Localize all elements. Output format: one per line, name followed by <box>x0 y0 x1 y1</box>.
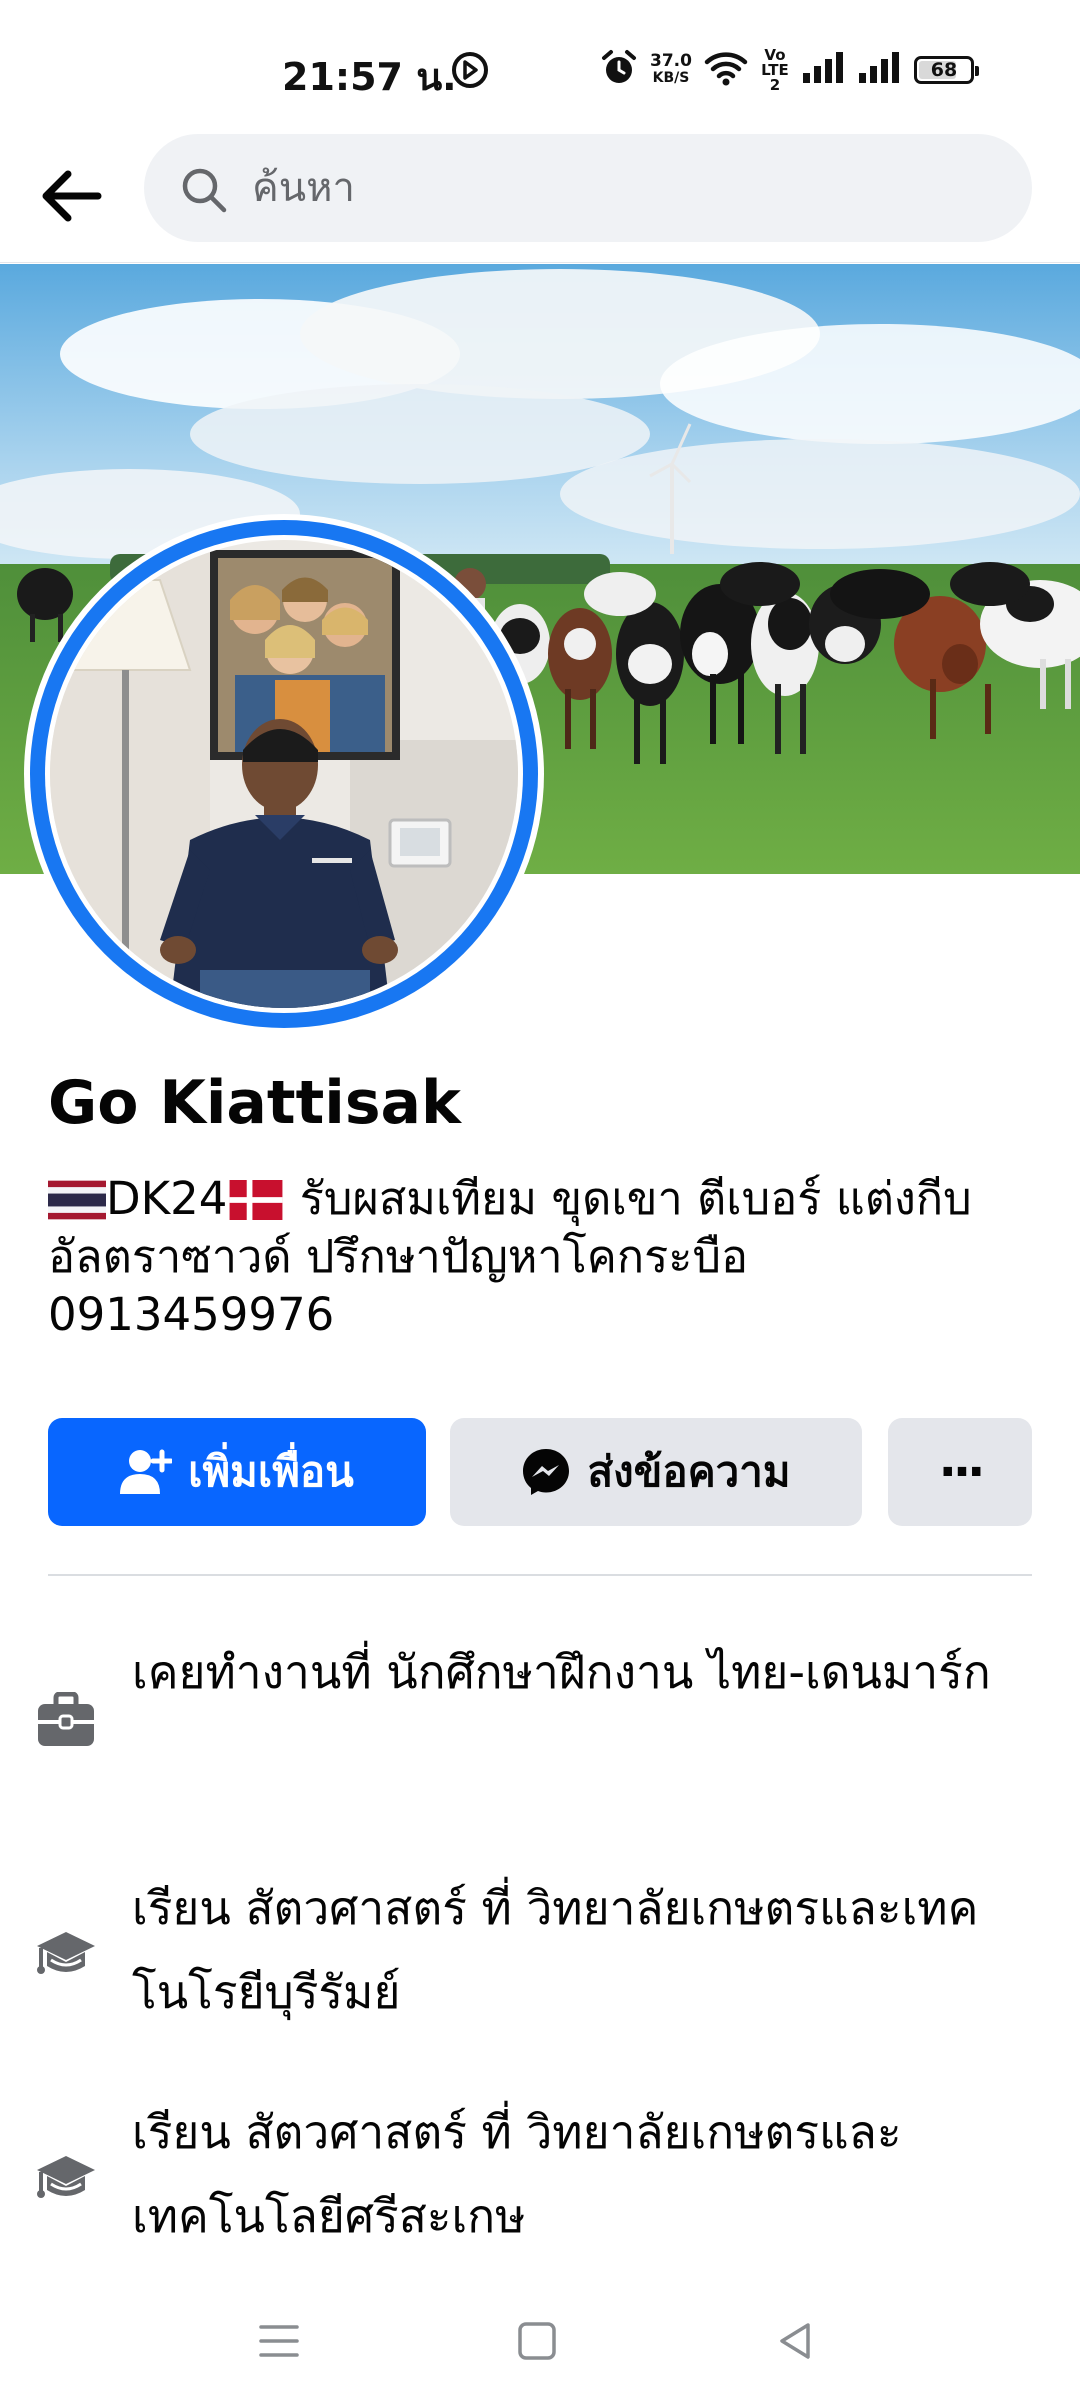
info-text-education-1: เรียน สัตวศาสตร์ ที่ วิทยาลัยเกษตรและเทค… <box>132 1881 979 2019</box>
info-item-work: เคยทำงานที่ นักศึกษาฝึกงาน ไทย-เดนมาร์ก <box>0 1630 1080 1810</box>
profile-name: Go Kiattisak <box>48 1068 461 1138</box>
menu-nav-button[interactable] <box>244 2306 314 2376</box>
status-time: 21:57 น. <box>282 55 457 99</box>
profile-bio: DK24 รับผสมเทียม ขุดเขา ตีเบอร์ แต่งกีบ … <box>48 1170 1008 1344</box>
volte-icon: Vo LTE2 <box>761 45 789 94</box>
briefcase-icon <box>34 1688 98 1752</box>
bio-prefix: DK24 <box>106 1172 228 1225</box>
more-icon: ··· <box>938 1444 986 1500</box>
add-friend-button[interactable]: เพิ่มเพื่อน <box>48 1418 426 1526</box>
home-nav-button[interactable] <box>502 2306 572 2376</box>
search-icon <box>182 168 227 213</box>
info-item-education-2: เรียน สัตวศาสตร์ ที่ วิทยาลัยเกษตรและเทค… <box>0 2090 1080 2270</box>
graduation-cap-icon <box>34 1924 98 1988</box>
add-friend-icon <box>120 1449 173 1494</box>
status-bar: 21:57 น. 37.0 KB/S Vo LTE2 68 <box>0 0 1080 130</box>
back-arrow-icon <box>42 170 102 222</box>
battery-icon: 68 <box>913 56 979 84</box>
thailand-flag-icon <box>48 1180 106 1220</box>
search-bar[interactable] <box>144 134 1032 242</box>
back-nav-button[interactable] <box>760 2306 830 2376</box>
avatar <box>50 540 518 1008</box>
message-label: ส่งข้อความ <box>587 1447 791 1496</box>
info-text-education-2: เรียน สัตวศาสตร์ ที่ วิทยาลัยเกษตรและเทค… <box>132 2105 902 2243</box>
more-options-button[interactable]: ··· <box>888 1418 1032 1526</box>
signal-icon-2 <box>858 51 902 89</box>
system-nav-bar <box>0 2280 1080 2400</box>
search-input[interactable] <box>252 134 992 242</box>
back-button[interactable] <box>34 160 106 232</box>
divider <box>48 1574 1032 1576</box>
graduation-cap-icon <box>34 2148 98 2212</box>
add-friend-label: เพิ่มเพื่อน <box>188 1447 354 1496</box>
status-icons: 37.0 KB/S Vo LTE2 68 <box>600 45 979 94</box>
do-not-disturb-icon <box>450 50 490 94</box>
home-square-icon <box>518 2322 556 2360</box>
network-speed: 37.0 KB/S <box>650 51 692 87</box>
profile-picture[interactable] <box>24 514 544 1034</box>
wifi-icon <box>704 50 748 90</box>
story-ring <box>30 520 538 1028</box>
info-text-work: เคยทำงานที่ นักศึกษาฝึกงาน ไทย-เดนมาร์ก <box>132 1645 991 1699</box>
back-triangle-icon <box>780 2323 810 2359</box>
message-button[interactable]: ส่งข้อความ <box>450 1418 862 1526</box>
denmark-flag-icon <box>229 1180 283 1220</box>
messenger-icon <box>523 1449 570 1495</box>
alarm-icon <box>600 49 638 91</box>
signal-icon-1 <box>802 51 846 89</box>
top-bar <box>0 130 1080 263</box>
profile-actions: เพิ่มเพื่อน ส่งข้อความ ··· <box>48 1418 1032 1526</box>
menu-icon <box>259 2325 299 2357</box>
info-item-education-1: เรียน สัตวศาสตร์ ที่ วิทยาลัยเกษตรและเทค… <box>0 1866 1080 2046</box>
bio-phone: 0913459976 <box>48 1288 335 1341</box>
